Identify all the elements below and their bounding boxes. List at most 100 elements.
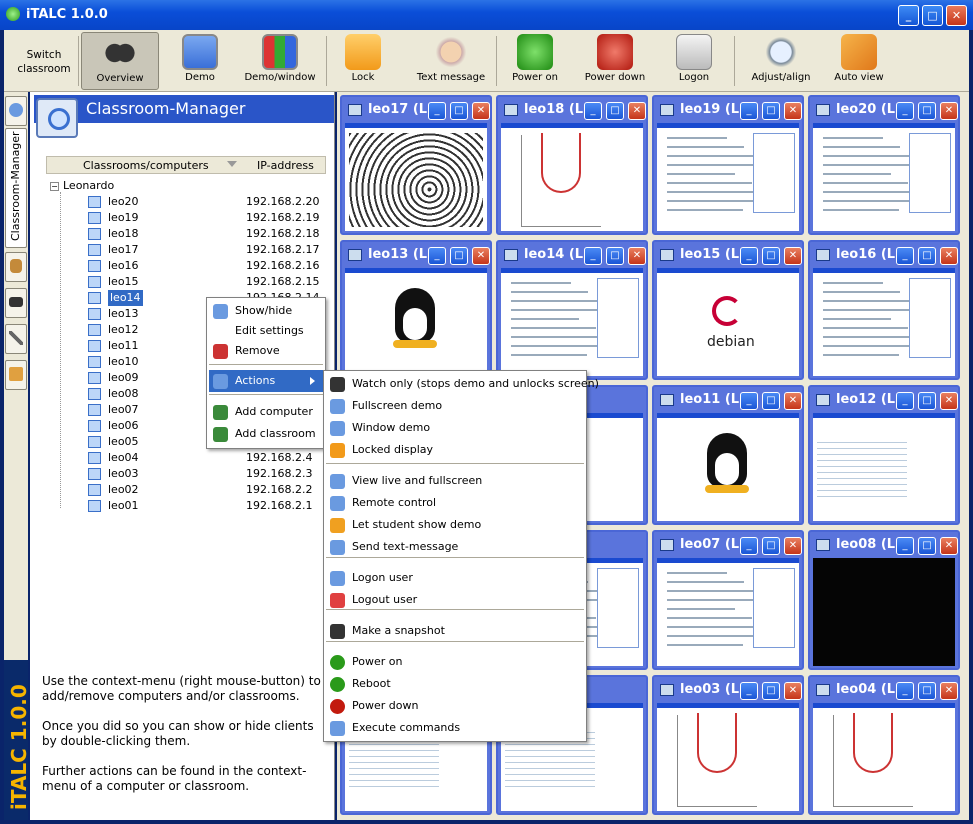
client-window[interactable]: leo16 (L... _ □ ✕ xyxy=(808,240,960,380)
client-maximize-button[interactable]: □ xyxy=(918,247,936,265)
demo-window-button[interactable]: Demo/window xyxy=(240,32,320,90)
client-screen[interactable] xyxy=(657,703,799,811)
client-maximize-button[interactable]: □ xyxy=(918,102,936,120)
tab-users[interactable] xyxy=(5,252,27,282)
client-window[interactable]: leo04 (L... _ □ ✕ xyxy=(808,675,960,815)
power-down-button[interactable]: Power down xyxy=(580,32,650,90)
client-maximize-button[interactable]: □ xyxy=(918,537,936,555)
client-close-button[interactable]: ✕ xyxy=(784,392,802,410)
client-window[interactable]: leo13 (L... _ □ ✕ xyxy=(340,240,492,380)
submenu-item-locked-display[interactable]: Locked display xyxy=(326,439,584,461)
tree-item-leo20[interactable]: leo20 192.168.2.20 xyxy=(86,194,331,210)
client-minimize-button[interactable]: _ xyxy=(740,682,758,700)
client-window[interactable]: leo17 (L... _ □ ✕ xyxy=(340,95,492,235)
switch-classroom-button[interactable]: Switch classroom xyxy=(14,48,74,76)
client-maximize-button[interactable]: □ xyxy=(606,247,624,265)
collapse-icon[interactable]: − xyxy=(50,181,59,191)
lock-button[interactable]: Lock xyxy=(334,32,392,90)
client-window[interactable]: leo07 (L... _ □ ✕ xyxy=(652,530,804,670)
tree-item-leo17[interactable]: leo17 192.168.2.17 xyxy=(86,242,331,258)
client-close-button[interactable]: ✕ xyxy=(940,247,958,265)
submenu-item-make-a-snapshot[interactable]: Make a snapshot xyxy=(326,620,584,642)
tree-item-leo03[interactable]: leo03 192.168.2.3 xyxy=(86,466,331,482)
client-window[interactable]: leo19 (L... _ □ ✕ xyxy=(652,95,804,235)
submenu-item-reboot[interactable]: Reboot xyxy=(326,673,584,695)
tree-column-header[interactable]: Classrooms/computers IP-address xyxy=(46,156,326,174)
client-window[interactable]: leo12 (L... _ □ ✕ xyxy=(808,385,960,525)
client-window[interactable]: leo14 (L... _ □ ✕ xyxy=(496,240,648,380)
client-maximize-button[interactable]: □ xyxy=(762,537,780,555)
submenu-item-power-down[interactable]: Power down xyxy=(326,695,584,717)
column-classrooms[interactable]: Classrooms/computers xyxy=(83,159,209,172)
client-maximize-button[interactable]: □ xyxy=(450,102,468,120)
client-screen[interactable] xyxy=(501,123,643,231)
client-screen[interactable] xyxy=(657,413,799,521)
client-close-button[interactable]: ✕ xyxy=(940,392,958,410)
client-close-button[interactable]: ✕ xyxy=(940,537,958,555)
client-close-button[interactable]: ✕ xyxy=(628,102,646,120)
client-screen[interactable] xyxy=(657,558,799,666)
client-window[interactable]: leo03 (L... _ □ ✕ xyxy=(652,675,804,815)
tab-snapshots[interactable] xyxy=(5,288,27,318)
demo-button[interactable]: Demo xyxy=(166,32,234,90)
client-screen[interactable] xyxy=(345,268,487,376)
tree-root[interactable]: − Leonardo xyxy=(50,178,114,194)
client-maximize-button[interactable]: □ xyxy=(450,247,468,265)
client-window[interactable]: leo20 (L... _ □ ✕ xyxy=(808,95,960,235)
client-close-button[interactable]: ✕ xyxy=(628,247,646,265)
submenu-item-execute-commands[interactable]: Execute commands xyxy=(326,717,584,739)
client-maximize-button[interactable]: □ xyxy=(918,392,936,410)
tree-item-leo16[interactable]: leo16 192.168.2.16 xyxy=(86,258,331,274)
submenu-item-send-text-message[interactable]: Send text-message xyxy=(326,536,584,558)
text-message-button[interactable]: Text message xyxy=(410,32,492,90)
maximize-button[interactable]: □ xyxy=(922,5,943,26)
client-minimize-button[interactable]: _ xyxy=(896,537,914,555)
menu-item-add-classroom[interactable]: Add classroom xyxy=(209,423,323,445)
auto-view-button[interactable]: Auto view xyxy=(826,32,892,90)
client-close-button[interactable]: ✕ xyxy=(940,682,958,700)
logon-button[interactable]: Logon xyxy=(664,32,724,90)
client-close-button[interactable]: ✕ xyxy=(784,682,802,700)
client-minimize-button[interactable]: _ xyxy=(428,247,446,265)
client-minimize-button[interactable]: _ xyxy=(740,392,758,410)
submenu-item-let-student-show-demo[interactable]: Let student show demo xyxy=(326,514,584,536)
client-window[interactable]: leo08 (L... _ □ ✕ xyxy=(808,530,960,670)
tab-classroom-manager[interactable]: Classroom-Manager xyxy=(5,128,27,248)
tree-item-leo18[interactable]: leo18 192.168.2.18 xyxy=(86,226,331,242)
client-close-button[interactable]: ✕ xyxy=(784,247,802,265)
tab-config[interactable] xyxy=(5,324,27,354)
client-window[interactable]: leo11 (L... _ □ ✕ xyxy=(652,385,804,525)
client-minimize-button[interactable]: _ xyxy=(896,247,914,265)
adjust-align-button[interactable]: Adjust/align xyxy=(742,32,820,90)
client-close-button[interactable]: ✕ xyxy=(784,537,802,555)
tab-overview[interactable] xyxy=(5,96,27,126)
submenu-item-window-demo[interactable]: Window demo xyxy=(326,417,584,439)
client-close-button[interactable]: ✕ xyxy=(940,102,958,120)
client-close-button[interactable]: ✕ xyxy=(472,102,490,120)
menu-item-show-hide[interactable]: Show/hide xyxy=(209,300,323,322)
client-minimize-button[interactable]: _ xyxy=(428,102,446,120)
tree-item-leo04[interactable]: leo04 192.168.2.4 xyxy=(86,450,331,466)
client-screen[interactable] xyxy=(813,558,955,666)
client-maximize-button[interactable]: □ xyxy=(762,392,780,410)
submenu-item-fullscreen-demo[interactable]: Fullscreen demo xyxy=(326,395,584,417)
submenu-item-logon-user[interactable]: Logon user xyxy=(326,567,584,589)
client-maximize-button[interactable]: □ xyxy=(762,682,780,700)
client-close-button[interactable]: ✕ xyxy=(784,102,802,120)
client-close-button[interactable]: ✕ xyxy=(472,247,490,265)
power-on-button[interactable]: Power on xyxy=(504,32,566,90)
submenu-item-logout-user[interactable]: Logout user xyxy=(326,589,584,611)
client-screen[interactable] xyxy=(813,703,955,811)
tree-item-leo01[interactable]: leo01 192.168.2.1 xyxy=(86,498,331,514)
tree-item-leo02[interactable]: leo02 192.168.2.2 xyxy=(86,482,331,498)
client-screen[interactable]: debian xyxy=(657,268,799,376)
client-minimize-button[interactable]: _ xyxy=(584,247,602,265)
column-ip[interactable]: IP-address xyxy=(257,159,314,172)
client-screen[interactable] xyxy=(813,413,955,521)
client-minimize-button[interactable]: _ xyxy=(896,392,914,410)
client-maximize-button[interactable]: □ xyxy=(762,247,780,265)
client-screen[interactable] xyxy=(657,123,799,231)
menu-item-actions[interactable]: Actions xyxy=(209,370,323,392)
menu-item-remove[interactable]: Remove xyxy=(209,340,323,362)
client-window[interactable]: leo15 (L... _ □ ✕ debian xyxy=(652,240,804,380)
